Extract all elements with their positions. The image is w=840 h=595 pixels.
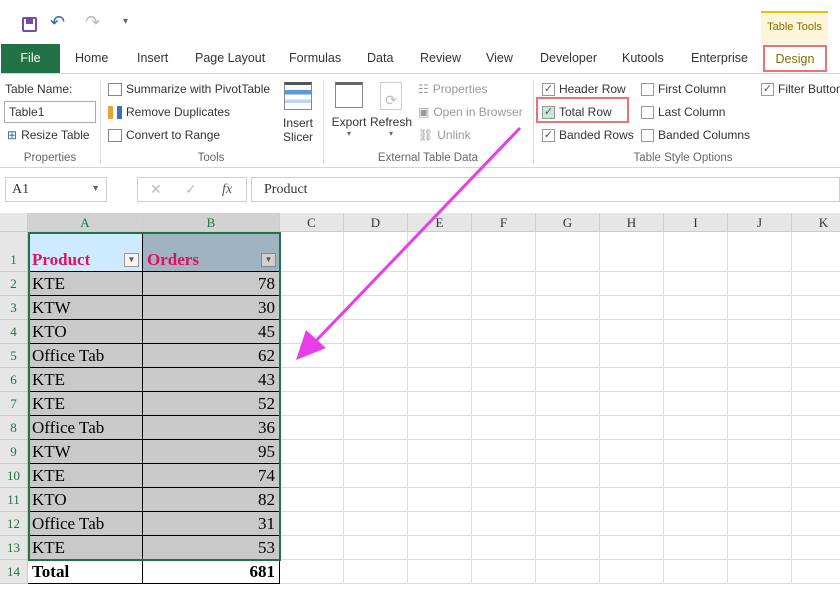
- arrow-shaft: [312, 128, 520, 345]
- annotation-arrow: [0, 0, 840, 595]
